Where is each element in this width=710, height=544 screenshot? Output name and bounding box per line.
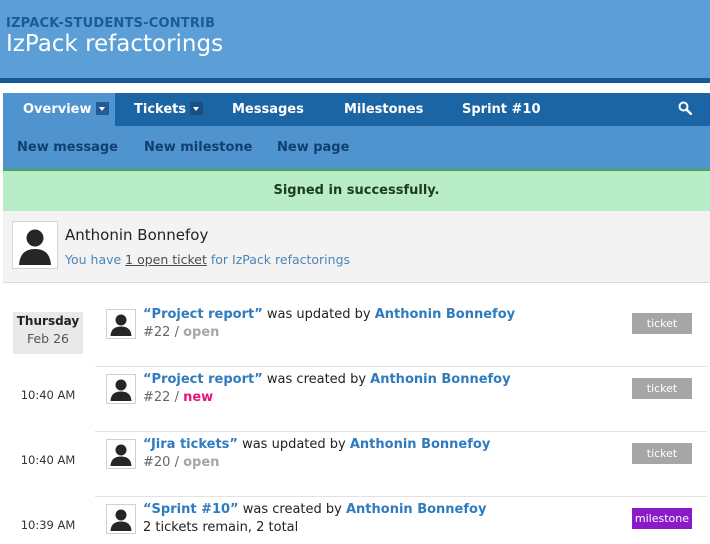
project-title[interactable]: IzPack refactorings [6,31,223,57]
activity-type-badge: ticket [632,378,692,399]
activity-headline: “Project report” was created by Anthonin… [143,372,511,387]
main-nav: Overview Tickets Messages Milestones Spr… [3,93,710,126]
avatar [106,504,136,534]
activity-item: “Jira tickets” was updated by Anthonin B… [95,432,707,497]
activity-time: 10:39 AM [20,518,76,532]
avatar [106,309,136,339]
ticket-status: open [183,325,220,340]
search-icon[interactable] [678,101,692,115]
flash-message: Signed in successfully. [3,171,710,213]
tab-milestones-label: Milestones [344,102,424,117]
project-header: IZPACK-STUDENTS-CONTRIB IzPack refactori… [0,0,710,78]
activity-verb: was updated by [237,437,350,452]
new-message-link[interactable]: New message [17,126,118,169]
activity-user-link[interactable]: Anthonin Bonnefoy [346,502,486,517]
activity-user-link[interactable]: Anthonin Bonnefoy [375,307,515,322]
open-tickets-link[interactable]: 1 open ticket [125,252,207,267]
tab-tickets[interactable]: Tickets [134,93,204,126]
user-silhouette-icon [110,444,132,466]
summary-prefix: You have [65,252,126,267]
summary-suffix: for IzPack refactorings [206,252,351,267]
activity-user-link[interactable]: Anthonin Bonnefoy [350,437,490,452]
activity-item: “Sprint #10” was created by Anthonin Bon… [95,497,707,544]
activity-title-link[interactable]: “Jira tickets” [143,437,238,452]
tab-sprint[interactable]: Sprint #10 [462,93,541,126]
tab-overview-label: Overview [23,102,92,117]
day-name: Thursday [16,314,80,328]
user-name: Anthonin Bonnefoy [65,226,209,244]
activity-detail: 2 tickets remain, 2 total [143,520,298,535]
chevron-down-icon[interactable] [190,102,204,115]
account-name[interactable]: IZPACK-STUDENTS-CONTRIB [6,16,215,31]
new-page-link[interactable]: New page [277,126,349,169]
activity-user-link[interactable]: Anthonin Bonnefoy [370,372,510,387]
user-silhouette-icon [16,225,54,265]
activity-type-badge: ticket [632,313,692,334]
milestone-progress: 2 tickets remain, 2 total [143,520,299,535]
chevron-down-icon[interactable] [95,102,109,115]
activity-item: “Project report” was updated by Anthonin… [95,302,707,367]
ticket-number: #22 / [143,390,184,405]
date-badge: Thursday Feb 26 [13,312,83,354]
user-ticket-summary: You have 1 open ticket for IzPack refact… [65,252,350,267]
activity-headline: “Project report” was updated by Anthonin… [143,307,515,322]
user-silhouette-icon [110,314,132,336]
activity-type-badge: ticket [632,443,692,464]
activity-detail: #20 / open [143,455,219,470]
ticket-number: #20 / [143,455,184,470]
avatar [106,439,136,469]
avatar [12,221,58,269]
sub-nav: New message New milestone New page [3,126,710,171]
activity-verb: was created by [238,502,346,517]
activity-detail: #22 / new [143,390,213,405]
activity-item: “Project report” was created by Anthonin… [95,367,707,432]
activity-title-link[interactable]: “Project report” [143,307,263,322]
activity-title-link[interactable]: “Project report” [143,372,263,387]
activity-title-link[interactable]: “Sprint #10” [143,502,239,517]
activity-time: 10:40 AM [20,453,76,467]
activity-headline: “Sprint #10” was created by Anthonin Bon… [143,502,486,517]
project-navigation: Overview Tickets Messages Milestones Spr… [3,93,710,213]
tab-milestones[interactable]: Milestones [344,93,423,126]
ticket-status: open [183,455,220,470]
ticket-number: #22 / [143,325,184,340]
activity-detail: #22 / open [143,325,219,340]
user-summary: Anthonin Bonnefoy You have 1 open ticket… [3,211,710,283]
activity-verb: was updated by [262,307,375,322]
user-silhouette-icon [110,379,132,401]
tab-messages[interactable]: Messages [232,93,304,126]
activity-headline: “Jira tickets” was updated by Anthonin B… [143,437,490,452]
tab-tickets-label: Tickets [134,102,187,117]
tab-sprint-label: Sprint #10 [462,102,541,117]
day-date: Feb 26 [26,331,69,346]
user-silhouette-icon [110,509,132,531]
activity-type-badge: milestone [631,508,692,529]
header-divider [0,78,710,83]
activity-verb: was created by [262,372,371,387]
new-milestone-link[interactable]: New milestone [144,126,252,169]
tab-overview[interactable]: Overview [3,93,115,126]
avatar [106,374,136,404]
activity-time: 10:40 AM [20,388,76,402]
tab-messages-label: Messages [232,102,304,117]
ticket-status: new [183,390,214,405]
